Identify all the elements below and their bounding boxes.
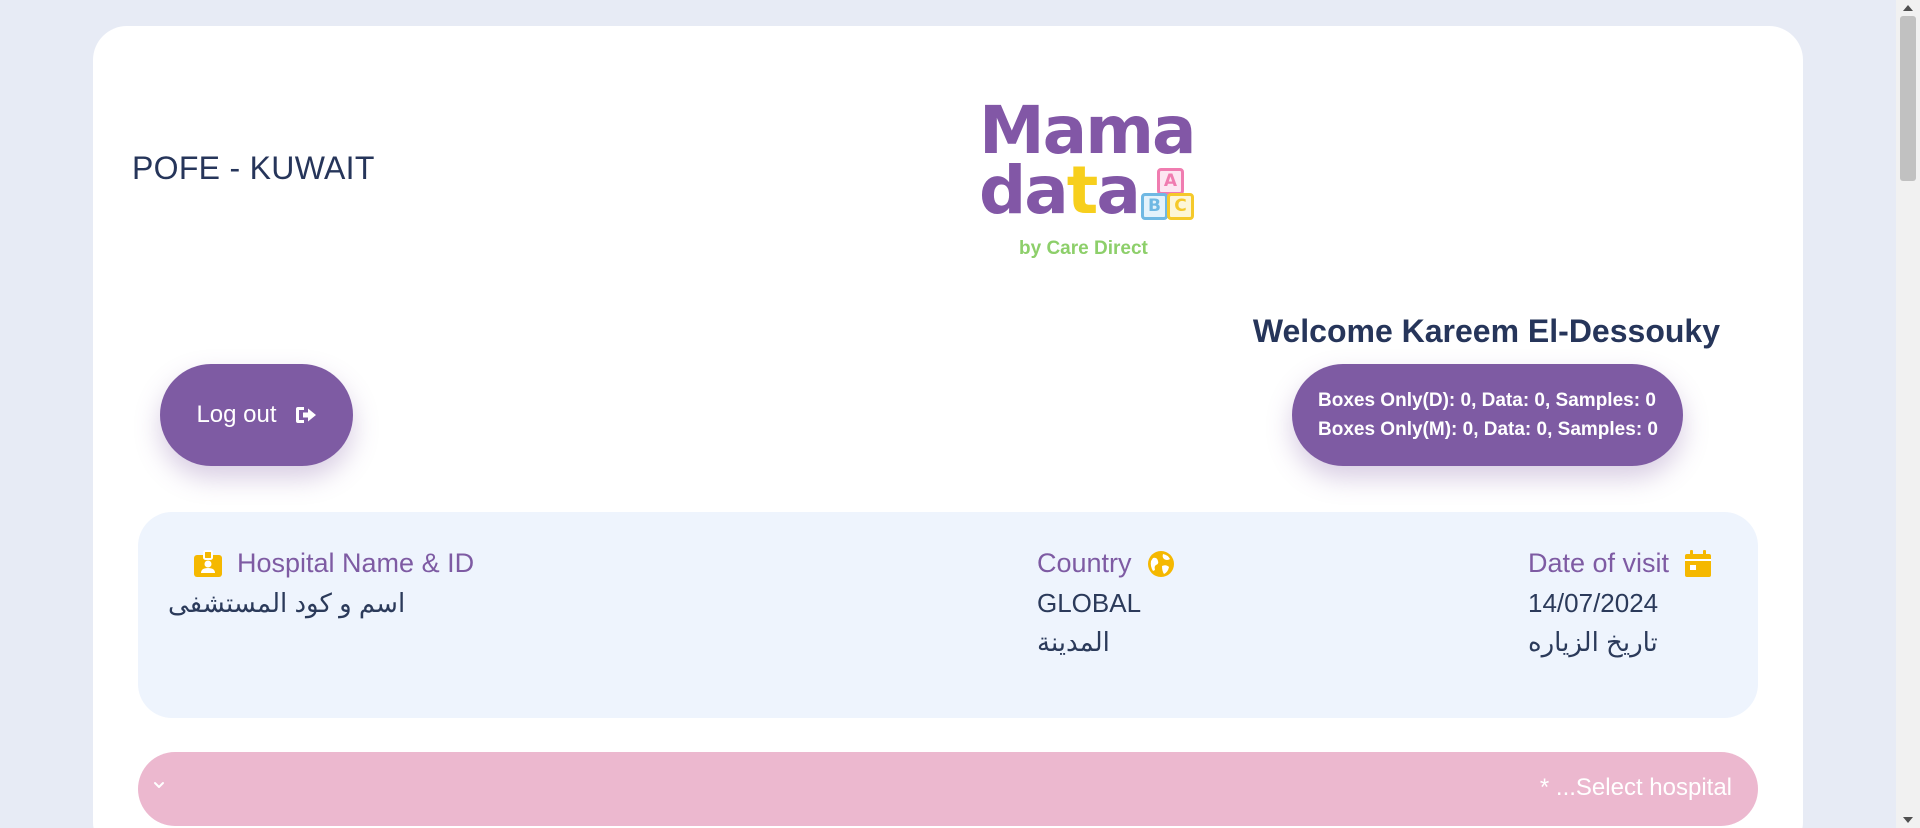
city-label: المدينة bbox=[1037, 627, 1110, 657]
calendar-icon bbox=[1685, 549, 1712, 577]
logo-block-a: A bbox=[1157, 168, 1184, 195]
mamadata-logo: Mama data A B C by Care Direct bbox=[975, 92, 1205, 262]
site-title: POFE - KUWAIT bbox=[132, 150, 375, 186]
visit-date-value: 14/07/2024 bbox=[1528, 588, 1659, 618]
hospital-select[interactable]: * ...Select hospital bbox=[138, 752, 1758, 826]
globe-icon bbox=[1147, 550, 1174, 577]
hospital-label: Hospital Name & ID bbox=[237, 548, 475, 578]
page-scrollbar[interactable] bbox=[1896, 0, 1920, 828]
welcome-message: Welcome Kareem El-Dessouky bbox=[1252, 313, 1720, 349]
id-badge-icon bbox=[194, 549, 222, 577]
logo-block-b: B bbox=[1141, 193, 1168, 220]
country-value: GLOBAL bbox=[1037, 588, 1142, 618]
scrollbar-thumb[interactable] bbox=[1900, 16, 1916, 181]
stats-line-m: Boxes Only(M): 0, Data: 0, Samples: 0 bbox=[1318, 419, 1658, 440]
visit-date-arabic-label: تاريخ الزياره bbox=[1528, 627, 1658, 657]
country-field: Country GLOBAL المدينة bbox=[1037, 548, 1176, 658]
logo-byline: by Care Direct bbox=[1019, 238, 1148, 259]
visit-date-label: Date of visit bbox=[1528, 548, 1670, 578]
hospital-value: اسم و كود المستشفى bbox=[168, 588, 406, 618]
scroll-up-arrow-icon[interactable] bbox=[1903, 5, 1913, 11]
logo-block-c: C bbox=[1167, 193, 1194, 220]
stats-line-d: Boxes Only(D): 0, Data: 0, Samples: 0 bbox=[1318, 390, 1656, 411]
country-label: Country bbox=[1037, 548, 1132, 578]
sign-out-icon bbox=[295, 407, 316, 423]
hospital-field: Hospital Name & ID اسم و كود المستشفى bbox=[168, 548, 475, 619]
logout-button[interactable]: Log out bbox=[160, 364, 353, 466]
chevron-down-icon bbox=[154, 782, 164, 788]
visit-date-field: Date of visit 14/07/2024 تاريخ الزياره bbox=[1528, 548, 1713, 658]
scroll-down-arrow-icon[interactable] bbox=[1903, 817, 1913, 823]
submission-stats-badge: Boxes Only(D): 0, Data: 0, Samples: 0 Bo… bbox=[1292, 364, 1683, 466]
hospital-select-placeholder: * ...Select hospital bbox=[1539, 774, 1732, 801]
logo-word-data: data bbox=[979, 152, 1141, 229]
logout-label: Log out bbox=[196, 401, 277, 428]
